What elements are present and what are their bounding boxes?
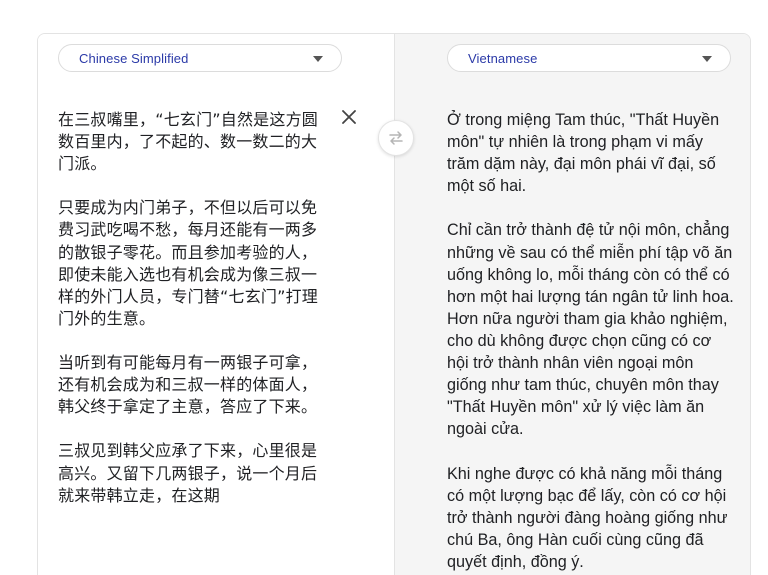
swap-arrows-icon <box>389 131 403 145</box>
target-language-label: Vietnamese <box>468 50 538 66</box>
swap-languages-button[interactable] <box>378 120 414 156</box>
close-icon <box>342 110 356 124</box>
caret-down-icon <box>313 56 323 62</box>
translator-page: Chinese Simplified 在三叔嘴里，“七玄门”自然是这方圆数百里内… <box>0 0 768 575</box>
clear-text-button[interactable] <box>338 106 360 128</box>
translation-output: Ở trong miệng Tam thúc, "Thất Huyền môn"… <box>447 111 734 571</box>
source-language-label: Chinese Simplified <box>79 50 189 66</box>
translator-card: Chinese Simplified 在三叔嘴里，“七玄门”自然是这方圆数百里内… <box>37 33 751 575</box>
target-language-select[interactable]: Vietnamese <box>447 44 731 72</box>
caret-down-icon <box>702 56 712 62</box>
source-pane: Chinese Simplified 在三叔嘴里，“七玄门”自然是这方圆数百里内… <box>38 34 394 575</box>
source-text-input[interactable]: 在三叔嘴里，“七玄门”自然是这方圆数百里内，了不起的、数一数二的大门派。 只要成… <box>58 109 330 507</box>
target-pane: Vietnamese Ở trong miệng Tam thúc, "Thất… <box>395 34 750 575</box>
source-language-select[interactable]: Chinese Simplified <box>58 44 342 72</box>
